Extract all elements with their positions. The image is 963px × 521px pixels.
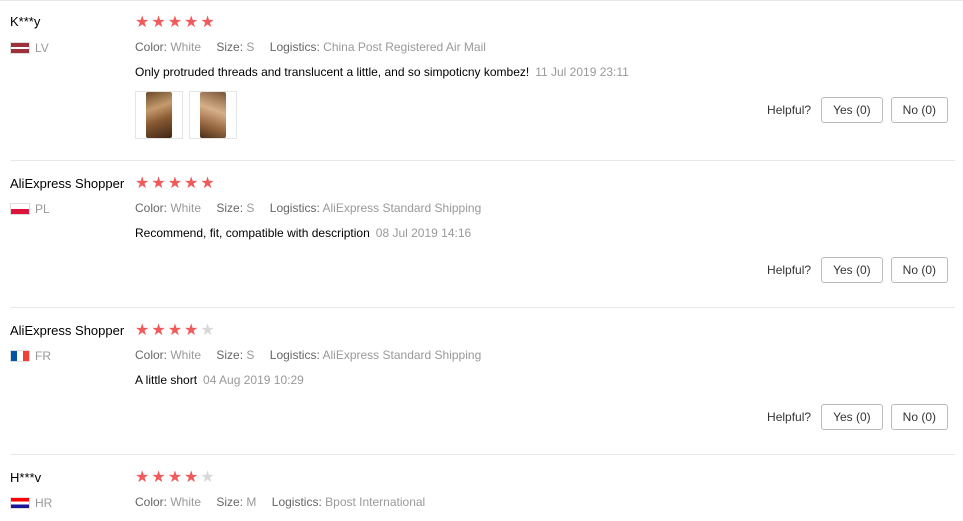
helpful-yes-button[interactable]: Yes (0)	[821, 97, 883, 123]
star-filled-icon: ★	[167, 14, 183, 31]
review-date: 08 Jul 2019 14:16	[375, 226, 472, 240]
reviewer-name: H***v	[10, 470, 42, 485]
logistics-value: AliExpress Standard Shipping	[322, 348, 482, 362]
review-images	[135, 91, 237, 139]
star-filled-icon: ★	[167, 322, 183, 339]
star-empty-icon: ★	[200, 469, 215, 486]
size-label: Size:	[216, 201, 244, 215]
color-label: Color:	[135, 348, 168, 362]
helpful-controls: Helpful? Yes (0) No (0)	[767, 404, 948, 430]
flag-pl-icon	[10, 203, 30, 215]
country-code: LV	[35, 41, 49, 55]
helpful-no-button[interactable]: No (0)	[890, 404, 948, 430]
color-value: White	[170, 40, 202, 54]
star-rating: ★ ★ ★ ★ ★	[135, 323, 215, 339]
star-rating: ★ ★ ★ ★ ★	[135, 176, 215, 192]
helpful-label: Helpful?	[767, 103, 812, 117]
logistics-value: AliExpress Standard Shipping	[322, 201, 482, 215]
star-filled-icon: ★	[184, 322, 199, 339]
review-attributes: Color: White Size: S Logistics: AliExpre…	[135, 348, 481, 362]
review-date: 04 Aug 2019 10:29	[203, 373, 304, 387]
star-filled-icon: ★	[135, 322, 150, 339]
logistics-label: Logistics:	[269, 201, 320, 215]
star-filled-icon: ★	[200, 14, 215, 31]
size-value: S	[246, 348, 255, 362]
review-text-line: Only protruded threads and translucent a…	[135, 65, 629, 79]
color-label: Color:	[135, 201, 168, 215]
flag-fr-icon	[10, 350, 30, 362]
reviewer-country: HR	[10, 496, 52, 510]
review-date: 11 Jul 2019 23:11	[535, 65, 629, 79]
reviewer-name: AliExpress Shopper	[10, 323, 125, 338]
logistics-label: Logistics:	[269, 40, 320, 54]
color-label: Color:	[135, 495, 168, 509]
review-image-thumbnail[interactable]	[135, 91, 183, 139]
star-filled-icon: ★	[135, 175, 150, 192]
star-empty-icon: ★	[200, 322, 215, 339]
reviewer-name: AliExpress Shopper	[10, 176, 125, 191]
star-filled-icon: ★	[151, 14, 166, 31]
star-filled-icon: ★	[135, 14, 150, 31]
star-filled-icon: ★	[184, 469, 199, 486]
color-value: White	[170, 348, 202, 362]
review-divider	[10, 307, 955, 308]
flag-hr-icon	[10, 497, 30, 509]
star-rating: ★ ★ ★ ★ ★	[135, 15, 215, 31]
star-filled-icon: ★	[167, 469, 183, 486]
star-filled-icon: ★	[151, 322, 166, 339]
logistics-value: China Post Registered Air Mail	[323, 40, 486, 54]
star-rating: ★ ★ ★ ★ ★	[135, 470, 215, 486]
country-code: PL	[35, 202, 50, 216]
reviewer-country: PL	[10, 202, 50, 216]
size-value: M	[246, 495, 257, 509]
review-text: Recommend, fit, compatible with descript…	[135, 226, 370, 240]
logistics-label: Logistics:	[269, 348, 320, 362]
country-code: HR	[35, 496, 53, 510]
flag-lv-icon	[10, 42, 30, 54]
helpful-no-button[interactable]: No (0)	[890, 257, 948, 283]
reviewer-name: K***y	[10, 14, 41, 29]
helpful-label: Helpful?	[767, 410, 812, 424]
star-filled-icon: ★	[184, 14, 199, 31]
logistics-label: Logistics:	[271, 495, 322, 509]
review-attributes: Color: White Size: M Logistics: Bpost In…	[135, 495, 425, 509]
size-label: Size:	[216, 495, 244, 509]
review-text: A little short	[135, 373, 198, 387]
color-value: White	[170, 495, 202, 509]
country-code: FR	[35, 349, 51, 363]
helpful-no-button[interactable]: No (0)	[890, 97, 948, 123]
helpful-controls: Helpful? Yes (0) No (0)	[767, 97, 948, 123]
helpful-yes-button[interactable]: Yes (0)	[821, 257, 883, 283]
review-attributes: Color: White Size: S Logistics: AliExpre…	[135, 201, 481, 215]
color-label: Color:	[135, 40, 168, 54]
star-filled-icon: ★	[167, 175, 183, 192]
review-divider	[10, 454, 955, 455]
helpful-controls: Helpful? Yes (0) No (0)	[767, 257, 948, 283]
star-filled-icon: ★	[151, 175, 166, 192]
size-label: Size:	[216, 40, 244, 54]
helpful-yes-button[interactable]: Yes (0)	[821, 404, 883, 430]
reviewer-country: LV	[10, 41, 49, 55]
top-divider	[0, 0, 963, 1]
color-value: White	[170, 201, 202, 215]
star-filled-icon: ★	[151, 469, 166, 486]
size-value: S	[246, 201, 255, 215]
star-filled-icon: ★	[200, 175, 215, 192]
photo-image	[200, 92, 226, 138]
review-attributes: Color: White Size: S Logistics: China Po…	[135, 40, 486, 54]
review-text-line: Recommend, fit, compatible with descript…	[135, 226, 471, 240]
review-text: Only protruded threads and translucent a…	[135, 65, 530, 79]
photo-image	[146, 92, 172, 138]
star-filled-icon: ★	[184, 175, 199, 192]
size-label: Size:	[216, 348, 244, 362]
reviewer-country: FR	[10, 349, 51, 363]
size-value: S	[246, 40, 255, 54]
review-text-line: A little short 04 Aug 2019 10:29	[135, 373, 304, 387]
review-image-thumbnail[interactable]	[189, 91, 237, 139]
review-divider	[10, 160, 955, 161]
star-filled-icon: ★	[135, 469, 150, 486]
helpful-label: Helpful?	[767, 263, 812, 277]
logistics-value: Bpost International	[325, 495, 426, 509]
